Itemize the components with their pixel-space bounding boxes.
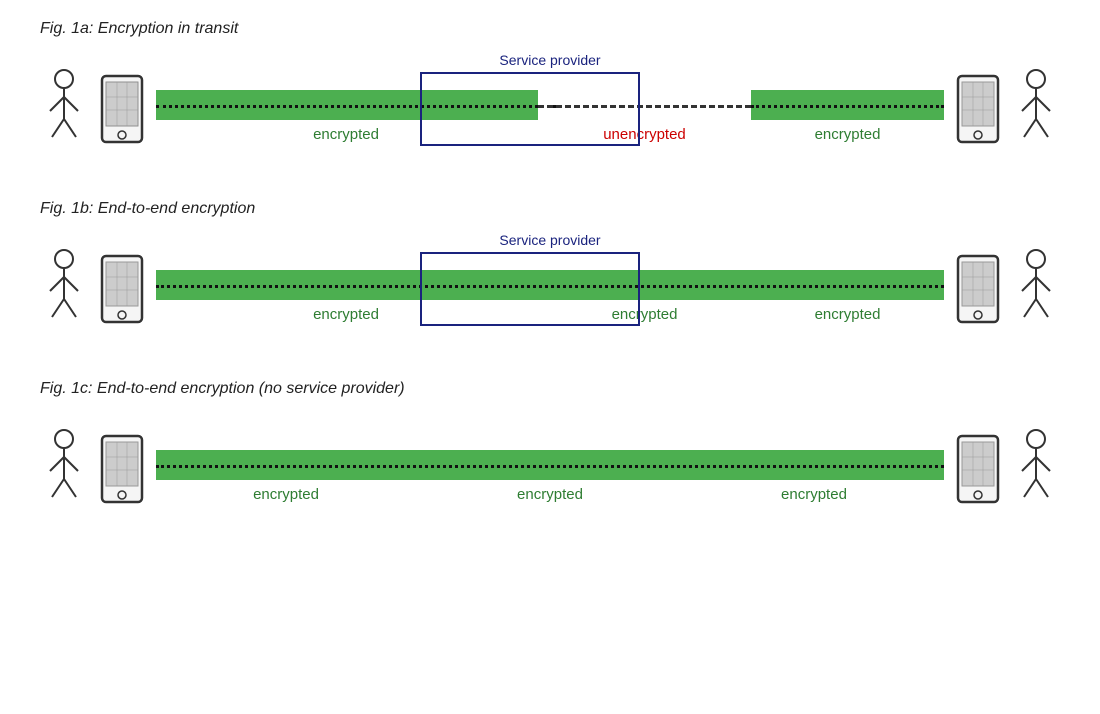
dotted-1b <box>156 285 944 288</box>
figure-1c-content: encrypted encrypted encrypted <box>40 432 1060 506</box>
transmission-1b: encrypted encrypted encrypted <box>156 252 944 326</box>
stick-figure-right-1b <box>1012 249 1060 329</box>
figure-1b-title: Fig. 1b: End-to-end encryption <box>40 200 1060 218</box>
label-unencrypted-1a: unencrypted <box>538 126 751 144</box>
dotted-center-1a <box>538 105 751 108</box>
label-encrypted-left-1b: encrypted <box>156 306 536 324</box>
diagram-container: Fig. 1a: Encryption in transit Service p… <box>0 0 1100 580</box>
phone-right-1a <box>950 74 1006 144</box>
service-provider-label-1b: Service provider <box>499 232 600 248</box>
phone-right-1b <box>950 254 1006 324</box>
figure-1b-content: encrypted encrypted encrypted <box>40 252 1060 326</box>
transmission-1c: encrypted encrypted encrypted <box>156 432 944 506</box>
phone-left-1c <box>94 434 150 504</box>
phone-left-1b <box>94 254 150 324</box>
stick-figure-right-1a <box>1012 69 1060 149</box>
figure-1b-row: Service provider <box>40 232 1060 352</box>
figure-1a-content: encrypted unencrypted encrypted <box>40 72 1060 146</box>
figure-1a: Fig. 1a: Encryption in transit Service p… <box>40 20 1060 172</box>
dotted-left-1a <box>156 105 562 108</box>
phone-left-1a <box>94 74 150 144</box>
label-encrypted-center-1b: encrypted <box>538 306 751 324</box>
stick-figure-left-1c <box>40 429 88 509</box>
label-encrypted-right-1c: encrypted <box>684 486 944 504</box>
figure-1c: Fig. 1c: End-to-end encryption (no servi… <box>40 380 1060 532</box>
stick-figure-svg-r <box>1014 69 1058 149</box>
phone-svg <box>98 74 146 144</box>
stick-figure-left-1a <box>40 69 88 149</box>
figure-1b: Fig. 1b: End-to-end encryption Service p… <box>40 200 1060 352</box>
label-encrypted-left-1a: encrypted <box>156 126 536 144</box>
figure-1c-row: encrypted encrypted encrypted <box>40 412 1060 532</box>
label-encrypted-right-1b: encrypted <box>751 306 944 324</box>
stick-figure-svg <box>42 69 86 149</box>
label-encrypted-right-1a: encrypted <box>751 126 944 144</box>
label-encrypted-center-1c: encrypted <box>416 486 684 504</box>
stick-figure-left-1b <box>40 249 88 329</box>
phone-svg-r <box>954 74 1002 144</box>
dotted-right-1a <box>751 105 944 108</box>
label-encrypted-left-1c: encrypted <box>156 486 416 504</box>
figure-1a-row: Service provider <box>40 52 1060 172</box>
figure-1a-title: Fig. 1a: Encryption in transit <box>40 20 1060 38</box>
phone-right-1c <box>950 434 1006 504</box>
dotted-1c <box>156 465 944 468</box>
service-provider-label-1a: Service provider <box>499 52 600 68</box>
stick-figure-right-1c <box>1012 429 1060 509</box>
transmission-1a: encrypted unencrypted encrypted <box>156 72 944 146</box>
figure-1c-title: Fig. 1c: End-to-end encryption (no servi… <box>40 380 1060 398</box>
